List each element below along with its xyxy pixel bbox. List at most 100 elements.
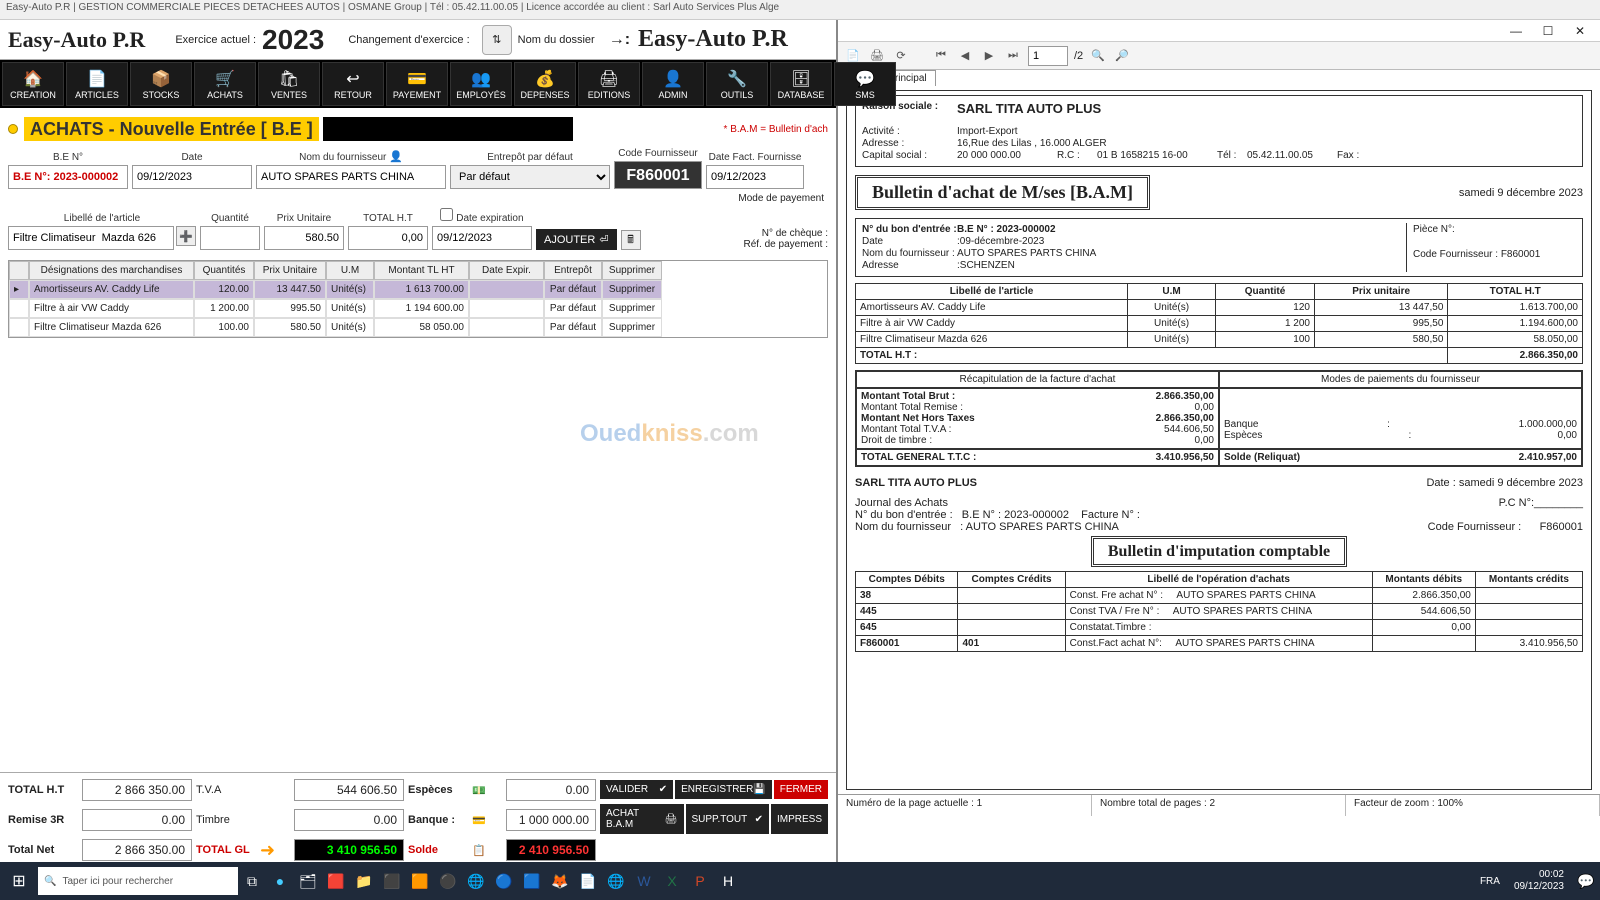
change-exercice-button[interactable]: ⇅	[482, 25, 512, 55]
libelle-input[interactable]	[8, 226, 174, 250]
minimize-button[interactable]: —	[1502, 22, 1530, 40]
rc-label: R.C :	[1057, 150, 1097, 161]
supp-tout-button[interactable]: SUPP.TOUT✔	[686, 804, 770, 834]
nav-employés[interactable]: 👥EMPLOYÉS	[450, 62, 512, 106]
task-view-icon[interactable]: ⧉	[238, 867, 266, 895]
exp-checkbox[interactable]	[440, 208, 453, 221]
table-row[interactable]: Filtre Climatiseur Mazda 626100.00580.50…	[9, 318, 827, 337]
date-fact-input[interactable]	[706, 165, 804, 189]
taskbar-app-icon[interactable]: 🟥	[322, 867, 350, 895]
enregistrer-button[interactable]: ENREGISTRER💾	[675, 780, 772, 799]
page-input[interactable]	[1028, 46, 1068, 66]
exp-input[interactable]	[432, 226, 532, 250]
especes-value[interactable]: 0.00	[506, 779, 596, 801]
main-nav: 🏠CREATION📄ARTICLES📦STOCKS🛒ACHATS🛍VENTES↩…	[0, 60, 836, 108]
dossier-label: Nom du dossier	[518, 34, 595, 46]
tht-input[interactable]	[348, 226, 428, 250]
fournisseur-input[interactable]	[256, 165, 446, 189]
taskbar-app-icon[interactable]: ⚫	[434, 867, 462, 895]
excel-icon[interactable]: X	[658, 867, 686, 895]
taskbar-app-icon[interactable]: 🌐	[602, 867, 630, 895]
qte-input[interactable]	[200, 226, 260, 250]
nav-creation[interactable]: 🏠CREATION	[2, 62, 64, 106]
total-ht-label: TOTAL H.T	[8, 784, 78, 796]
nav-ventes[interactable]: 🛍VENTES	[258, 62, 320, 106]
maximize-button[interactable]: ☐	[1534, 22, 1562, 40]
rpt-header-cell: U.M	[1128, 284, 1216, 300]
nav-sms[interactable]: 💬SMS	[834, 62, 896, 106]
nav-articles[interactable]: 📄ARTICLES	[66, 62, 128, 106]
nav-database[interactable]: 🗄DATABASE	[770, 62, 832, 106]
status-total: Nombre total de pages : 2	[1092, 795, 1346, 816]
nav-outils[interactable]: 🔧OUTILS	[706, 62, 768, 106]
fcf: F860001	[1540, 521, 1583, 533]
piece-label: Pièce N°:	[1413, 224, 1455, 235]
nav-stocks[interactable]: 📦STOCKS	[130, 62, 192, 106]
add-article-icon[interactable]: ➕	[176, 226, 196, 246]
nav-editions[interactable]: 🖨EDITIONS	[578, 62, 640, 106]
taskbar-app-icon[interactable]: 🟧	[406, 867, 434, 895]
pu-input[interactable]	[264, 226, 344, 250]
fbon: B.E N° : 2023-000002	[962, 509, 1069, 521]
close-button[interactable]: ✕	[1566, 22, 1594, 40]
taskbar-app-icon[interactable]: 🦊	[546, 867, 574, 895]
rpt-total-value: 2.866.350,00	[1448, 348, 1583, 364]
taskbar-app-icon[interactable]: 🟦	[518, 867, 546, 895]
banque-value[interactable]: 1 000 000.00	[506, 809, 596, 831]
zoom-icon[interactable]: 🔎	[1113, 47, 1131, 65]
taskbar-app-icon[interactable]: H	[714, 867, 742, 895]
first-page-icon[interactable]: ⏮	[932, 47, 950, 65]
compta-row: 445Const TVA / Fre N° : AUTO SPARES PART…	[856, 604, 1583, 620]
taskbar-search[interactable]: 🔍Taper ici pour rechercher	[38, 867, 238, 895]
table-row[interactable]: ▸Amortisseurs AV. Caddy Life120.0013 447…	[9, 280, 827, 299]
impress-button[interactable]: IMPRESS	[771, 804, 828, 834]
compta-table: Comptes DébitsComptes CréditsLibellé de …	[855, 571, 1583, 652]
valider-button[interactable]: VALIDER✔	[600, 780, 673, 799]
entrepot-select[interactable]: Par défaut	[450, 165, 610, 189]
nav-retour[interactable]: ↩RETOUR	[322, 62, 384, 106]
nav-admin[interactable]: 👤ADMIN	[642, 62, 704, 106]
word-icon[interactable]: W	[630, 867, 658, 895]
taskbar-app-icon[interactable]: 🔵	[490, 867, 518, 895]
delete-row-button[interactable]: Supprimer	[602, 299, 662, 318]
code-fournisseur: F860001	[614, 161, 702, 189]
section-strip	[323, 117, 573, 141]
powerpoint-icon[interactable]: P	[686, 867, 714, 895]
taskbar-app-icon[interactable]: ⬛	[378, 867, 406, 895]
ajouter-button[interactable]: AJOUTER ⏎	[536, 229, 617, 250]
fermer-button[interactable]: FERMER	[774, 780, 828, 799]
raison-sociale: SARL TITA AUTO PLUS	[957, 101, 1101, 116]
nav-achats[interactable]: 🛒ACHATS	[194, 62, 256, 106]
achat-bam-button[interactable]: ACHAT B.A.M🖨	[600, 804, 684, 834]
retour-icon: ↩	[346, 69, 359, 89]
rpt-total-label: TOTAL H.T :	[856, 348, 1448, 364]
calculator-icon[interactable]: 🖩	[621, 230, 641, 250]
sms-icon: 💬	[855, 69, 875, 89]
prev-page-icon[interactable]: ◀	[956, 47, 974, 65]
table-row[interactable]: Filtre à air VW Caddy1 200.00995.50Unité…	[9, 299, 827, 318]
notifications-icon[interactable]: 💬	[1572, 867, 1600, 895]
nav-payement[interactable]: 💳PAYEMENT	[386, 62, 448, 106]
date-input[interactable]	[132, 165, 252, 189]
rfour-label: Nom du fournisseur :	[862, 248, 957, 259]
delete-row-button[interactable]: Supprimer	[602, 318, 662, 337]
bon-label: N° du bon d'entrée :	[862, 224, 957, 235]
nav-depenses[interactable]: 💰DEPENSES	[514, 62, 576, 106]
taskbar-app-icon[interactable]: 📁	[350, 867, 378, 895]
taskbar-lang[interactable]: FRA	[1480, 876, 1500, 887]
rbanque-label: Banque	[1224, 419, 1258, 430]
start-button[interactable]: ⊞	[0, 862, 38, 900]
taskbar-app-icon[interactable]: 🌐	[462, 867, 490, 895]
cortana-icon[interactable]: ●	[266, 867, 294, 895]
taskbar-clock[interactable]: 00:0209/12/2023	[1506, 867, 1572, 895]
last-page-icon[interactable]: ⏭	[1004, 47, 1022, 65]
delete-row-button[interactable]: Supprimer	[602, 280, 662, 299]
taskbar-app-icon[interactable]: 🗂	[294, 867, 322, 895]
grid-header-cell: Désignations des marchandises	[29, 261, 194, 280]
next-page-icon[interactable]: ▶	[980, 47, 998, 65]
remise-label: Remise 3R	[8, 814, 78, 826]
taskbar-app-icon[interactable]: 📄	[574, 867, 602, 895]
fbon-label: N° du bon d'entrée :	[855, 509, 953, 521]
search-icon[interactable]: 🔍	[1089, 47, 1107, 65]
be-input[interactable]	[8, 165, 128, 189]
